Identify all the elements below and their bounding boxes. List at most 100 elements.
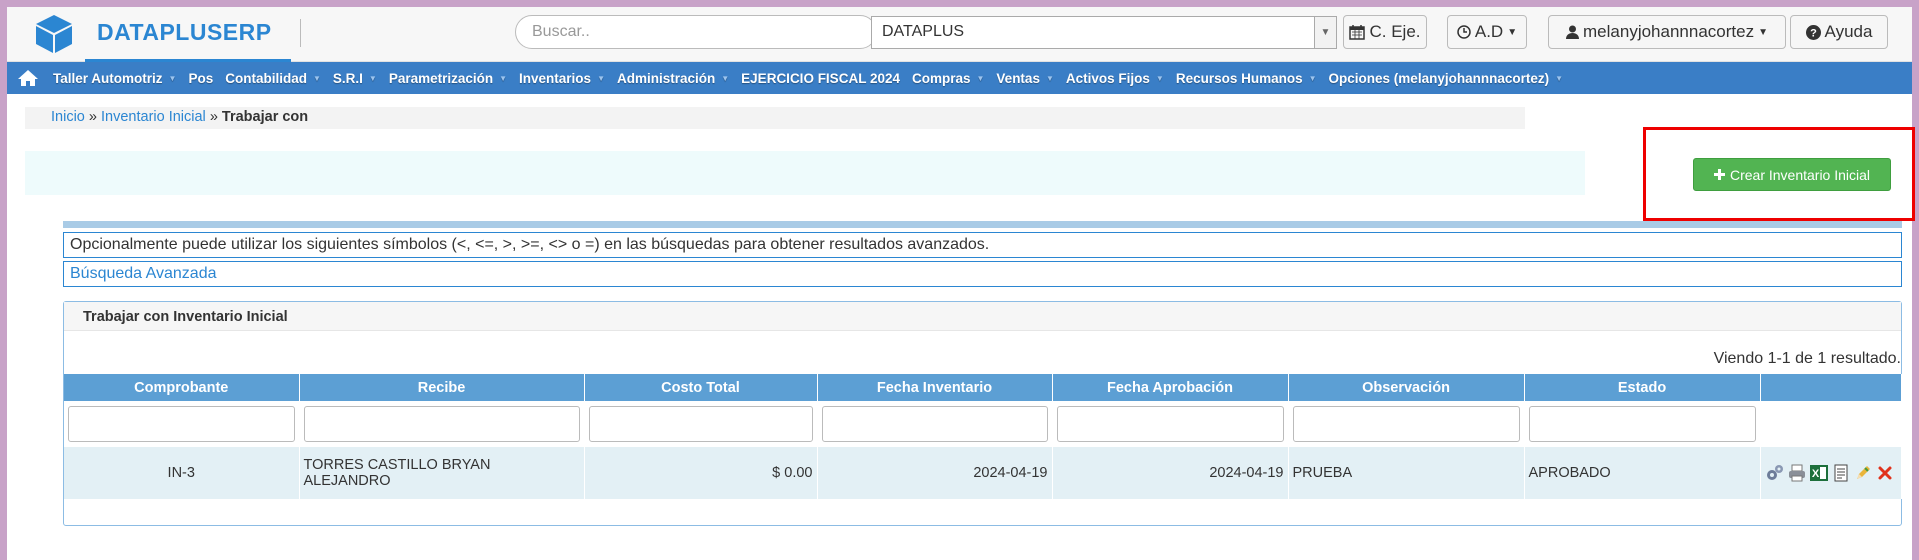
filter-observacion[interactable] xyxy=(1292,406,1520,442)
nav-item-label: Opciones (melanyjohannnacortez) xyxy=(1328,70,1550,86)
question-circle-icon: ? xyxy=(1805,24,1821,40)
results-summary: Viendo 1-1 de 1 resultado. xyxy=(1713,350,1901,367)
ad-button[interactable]: A.D ▼ xyxy=(1447,15,1527,49)
caret-down-icon: ▼ xyxy=(1555,73,1564,83)
main-nav: Taller Automotriz ▼ Pos Contabilidad ▼ S.R.I ▼… xyxy=(7,62,1912,94)
column-header-estado[interactable]: Estado xyxy=(1524,374,1761,401)
ad-label: A.D xyxy=(1474,22,1504,41)
panel-title: Trabajar con Inventario Inicial xyxy=(64,302,1901,331)
user-menu-button[interactable]: melanyjohannnacortez ▼ xyxy=(1548,15,1786,49)
breadcrumb-current: Trabajar con xyxy=(221,109,309,125)
help-button[interactable]: ? Ayuda xyxy=(1790,15,1888,49)
nav-item-taller-automotriz[interactable]: Taller Automotriz ▼ xyxy=(53,71,176,86)
inventario-table: Comprobante Recibe Costo Total Fecha Inv… xyxy=(64,374,1902,499)
breadcrumb-home[interactable]: Inicio xyxy=(51,109,85,125)
calendar-icon xyxy=(1349,25,1366,40)
nav-item-label: Activos Fijos xyxy=(1065,70,1150,86)
print-icon[interactable] xyxy=(1787,463,1807,483)
cell-actions: X xyxy=(1760,447,1902,499)
caret-down-icon: ▼ xyxy=(1155,73,1164,83)
user-name: melanyjohannnacortez xyxy=(1583,22,1755,41)
cell-comprobante: IN-3 xyxy=(64,447,300,499)
brand-logo[interactable] xyxy=(33,13,75,55)
nav-item-pos[interactable]: Pos xyxy=(188,71,213,86)
filter-estado[interactable] xyxy=(1528,406,1756,442)
results-panel: Trabajar con Inventario Inicial Viendo 1… xyxy=(63,301,1902,526)
nav-item-ventas[interactable]: Ventas ▼ xyxy=(996,71,1053,86)
brand-name[interactable]: DATAPLUSERP xyxy=(97,19,272,46)
clock-icon xyxy=(1457,25,1471,39)
nav-item-label: Pos xyxy=(188,70,214,86)
svg-text:X: X xyxy=(1811,468,1819,480)
caret-down-icon: ▼ xyxy=(499,73,508,83)
cell-costo-total: $ 0.00 xyxy=(584,447,818,499)
nav-item-label: Administración xyxy=(616,70,716,86)
highlight-annotation xyxy=(1643,127,1915,221)
action-bar xyxy=(25,151,1585,195)
nav-item-s-r-i[interactable]: S.R.I ▼ xyxy=(333,71,377,86)
nav-item-parametrización[interactable]: Parametrización ▼ xyxy=(389,71,507,86)
company-select-value: DATAPLUS xyxy=(882,23,965,40)
filter-row xyxy=(64,401,1902,447)
caret-down-icon: ▼ xyxy=(597,73,605,83)
breadcrumb: Inicio » Inventario Inicial » Trabajar c… xyxy=(25,107,1525,129)
filter-recibe[interactable] xyxy=(303,406,580,442)
cube-icon xyxy=(36,15,72,53)
nav-item-recursos-humanos[interactable]: Recursos Humanos ▼ xyxy=(1176,71,1317,86)
nav-item-label: Parametrización xyxy=(388,70,494,86)
nav-item-label: S.R.I xyxy=(332,70,363,86)
column-header-observacion[interactable]: Observación xyxy=(1288,374,1525,401)
table-header-row: Comprobante Recibe Costo Total Fecha Inv… xyxy=(64,374,1902,401)
filter-costo-total[interactable] xyxy=(588,406,813,442)
company-select[interactable]: DATAPLUS ▼ xyxy=(871,16,1337,49)
caret-down-icon: ▼ xyxy=(1758,26,1768,38)
ejercicio-button[interactable]: C. Eje. xyxy=(1343,15,1427,49)
nav-item-label: EJERCICIO FISCAL 2024 xyxy=(741,70,900,86)
divider xyxy=(300,19,301,47)
help-label: Ayuda xyxy=(1824,22,1873,41)
advanced-search-link[interactable]: Búsqueda Avanzada xyxy=(63,261,1902,287)
excel-icon[interactable]: X xyxy=(1809,463,1829,483)
filter-comprobante[interactable] xyxy=(68,406,295,442)
column-header-recibe[interactable]: Recibe xyxy=(299,374,585,401)
svg-text:?: ? xyxy=(1810,27,1817,39)
cell-recibe: TORRES CASTILLO BRYAN ALEJANDRO xyxy=(299,447,585,499)
gears-icon[interactable] xyxy=(1765,463,1785,483)
table-row: IN-3 TORRES CASTILLO BRYAN ALEJANDRO $ 0… xyxy=(64,447,1902,499)
nav-item-ejercicio-fiscal-2024[interactable]: EJERCICIO FISCAL 2024 xyxy=(741,71,900,86)
column-header-actions xyxy=(1760,374,1902,401)
cell-fecha-aprobacion: 2024-04-19 xyxy=(1052,447,1289,499)
cell-observacion: PRUEBA xyxy=(1288,447,1525,499)
nav-item-opciones-melanyjohannnacortez[interactable]: Opciones (melanyjohannnacortez) ▼ xyxy=(1329,71,1563,86)
nav-item-label: Ventas xyxy=(996,70,1040,86)
nav-item-contabilidad[interactable]: Contabilidad ▼ xyxy=(225,71,321,86)
document-icon[interactable] xyxy=(1831,463,1851,483)
chevron-down-icon[interactable]: ▼ xyxy=(1314,17,1336,48)
caret-down-icon: ▼ xyxy=(312,73,321,83)
cell-fecha-inventario: 2024-04-19 xyxy=(817,447,1053,499)
filter-fecha-inventario[interactable] xyxy=(821,406,1048,442)
caret-down-icon: ▼ xyxy=(1507,26,1518,38)
search-hint: Opcionalmente puede utilizar los siguien… xyxy=(63,232,1902,258)
home-icon[interactable] xyxy=(15,69,41,87)
breadcrumb-inventario-inicial[interactable]: Inventario Inicial xyxy=(101,109,206,125)
edit-icon[interactable] xyxy=(1853,463,1873,483)
divider xyxy=(63,221,1902,228)
caret-down-icon: ▼ xyxy=(368,73,377,83)
search-input[interactable] xyxy=(515,15,877,49)
column-header-costo-total[interactable]: Costo Total xyxy=(584,374,818,401)
nav-item-inventarios[interactable]: Inventarios ▼ xyxy=(519,71,605,86)
filter-fecha-aprobacion[interactable] xyxy=(1056,406,1284,442)
ejercicio-label: C. Eje. xyxy=(1369,22,1421,41)
column-header-fecha-inventario[interactable]: Fecha Inventario xyxy=(817,374,1053,401)
breadcrumb-separator: » xyxy=(88,109,97,125)
breadcrumb-separator: » xyxy=(209,109,218,125)
nav-item-compras[interactable]: Compras ▼ xyxy=(912,71,984,86)
delete-icon[interactable] xyxy=(1875,463,1895,483)
nav-item-activos-fijos[interactable]: Activos Fijos ▼ xyxy=(1066,71,1164,86)
column-header-comprobante[interactable]: Comprobante xyxy=(64,374,300,401)
nav-item-administración[interactable]: Administración ▼ xyxy=(617,71,729,86)
column-header-fecha-aprobacion[interactable]: Fecha Aprobación xyxy=(1052,374,1289,401)
top-bar: DATAPLUSERP DATAPLUS ▼ C. Eje. A.D ▼ mel… xyxy=(7,7,1912,62)
caret-down-icon: ▼ xyxy=(976,73,985,83)
